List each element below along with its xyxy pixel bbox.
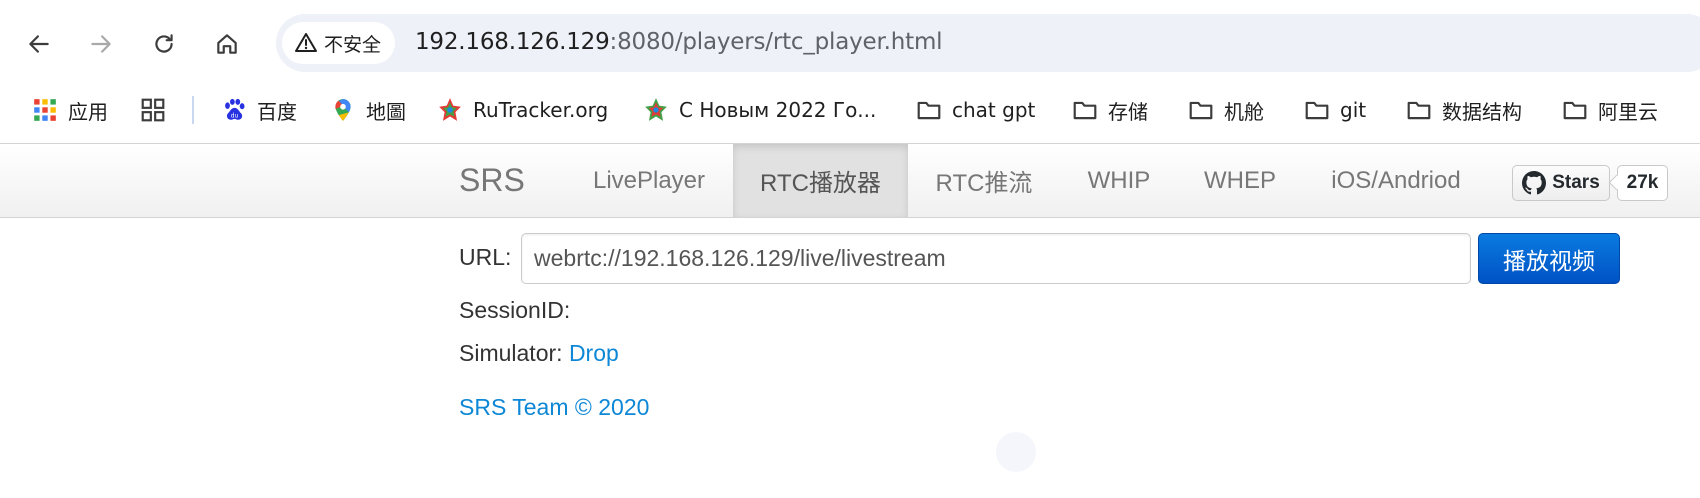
bookmark-label: 阿里云 [1598, 99, 1658, 124]
folder-icon [1305, 101, 1329, 120]
bookmark-label: 机舱 [1224, 99, 1264, 124]
bookmark-folder-cabin[interactable]: 机舱 [1188, 92, 1264, 128]
svg-text:du: du [231, 113, 239, 120]
nav-item-whip[interactable]: WHIP [1060, 144, 1178, 217]
bookmark-label: chat gpt [952, 98, 1036, 122]
url-input[interactable] [521, 233, 1471, 284]
github-octocat-icon [1522, 171, 1547, 195]
home-button[interactable] [207, 24, 247, 64]
bookmarks-bar: 应用 du 百度 地圖 RuTracker.org С Новым 2022 Г… [0, 82, 1700, 142]
star-favicon-icon [645, 98, 667, 121]
reload-icon [155, 34, 173, 53]
warning-triangle-icon [295, 33, 317, 52]
bookmark-apps[interactable]: 应用 [32, 92, 108, 128]
github-stars-label: Stars [1552, 172, 1600, 193]
bookmark-rutracker[interactable]: RuTracker.org [437, 92, 608, 128]
bookmark-label: 存储 [1108, 99, 1148, 124]
loading-indicator [996, 432, 1036, 472]
bookmark-baidu[interactable]: du 百度 [221, 92, 297, 128]
bookmarks-separator [192, 96, 194, 124]
bookmark-folder-git[interactable]: git [1304, 92, 1366, 128]
simulator-label: Simulator: [459, 340, 563, 366]
simulator-drop-link[interactable]: Drop [569, 340, 619, 366]
security-label: 不安全 [324, 33, 382, 56]
bookmark-label: 数据结构 [1442, 99, 1522, 124]
nav-item-rtc-player[interactable]: RTC播放器 [733, 144, 908, 217]
folder-icon [1073, 101, 1097, 120]
bookmark-label: 百度 [257, 99, 297, 124]
nav-item-ios-android[interactable]: iOS/Andriod [1302, 144, 1490, 217]
play-video-button[interactable]: 播放视频 [1478, 233, 1620, 284]
browser-toolbar: 不安全 192.168.126.129:8080/players/rtc_pla… [0, 0, 1700, 82]
bookmark-new-year[interactable]: С Новым 2022 Го... [643, 92, 876, 128]
url-port: :8080 [609, 29, 675, 55]
url-path: /players/rtc_player.html [674, 29, 943, 55]
footer-team-link[interactable]: SRS Team © 2020 [459, 394, 649, 421]
tab-groups-icon [141, 98, 165, 122]
nav-item-liveplayer[interactable]: LivePlayer [565, 144, 733, 217]
baidu-paw-icon: du [225, 98, 245, 120]
nav-item-whep[interactable]: WHEP [1178, 144, 1302, 217]
rutracker-icon [439, 98, 461, 121]
url-text[interactable]: 192.168.126.129:8080/players/rtc_player.… [415, 29, 943, 55]
github-stars-button[interactable]: Stars [1512, 165, 1610, 201]
address-bar[interactable]: 不安全 192.168.126.129:8080/players/rtc_pla… [276, 14, 1700, 72]
forward-button[interactable] [81, 24, 121, 64]
arrow-left-icon [29, 35, 49, 53]
bookmark-folder-chatgpt[interactable]: chat gpt [916, 92, 1035, 128]
back-button[interactable] [19, 24, 59, 64]
site-navbar: SRS LivePlayer RTC播放器 RTC推流 WHIP WHEP iO… [0, 143, 1700, 218]
tab-groups-button[interactable] [140, 92, 166, 128]
maps-pin-icon [335, 99, 351, 121]
bookmark-label: 应用 [68, 99, 108, 124]
bookmark-folder-aliyun[interactable]: 阿里云 [1562, 92, 1658, 128]
bookmark-label: RuTracker.org [473, 98, 609, 122]
bookmark-folder-data-structures[interactable]: 数据结构 [1406, 92, 1522, 128]
folder-icon [1189, 101, 1213, 120]
session-id-label: SessionID: [459, 297, 571, 323]
folder-icon [917, 101, 941, 120]
bookmark-folder-storage[interactable]: 存储 [1072, 92, 1148, 128]
bookmark-label: С Новым 2022 Го... [679, 98, 877, 122]
bookmark-label: git [1340, 98, 1367, 122]
github-stars-count[interactable]: 27k [1617, 165, 1668, 201]
brand-logo[interactable]: SRS [459, 162, 525, 199]
apps-grid-icon [34, 99, 56, 121]
bookmark-maps[interactable]: 地圖 [330, 92, 406, 128]
url-host: 192.168.126.129 [415, 29, 610, 55]
bookmark-label: 地圖 [366, 99, 406, 124]
nav-item-rtc-publisher[interactable]: RTC推流 [908, 144, 1060, 217]
folder-icon [1563, 101, 1587, 120]
security-indicator[interactable]: 不安全 [282, 22, 396, 64]
simulator-row: Simulator: Drop [459, 340, 619, 367]
reload-button[interactable] [144, 24, 184, 64]
folder-icon [1407, 101, 1431, 120]
home-icon [217, 34, 237, 54]
arrow-right-icon [91, 35, 111, 53]
url-label: URL: [459, 244, 512, 270]
